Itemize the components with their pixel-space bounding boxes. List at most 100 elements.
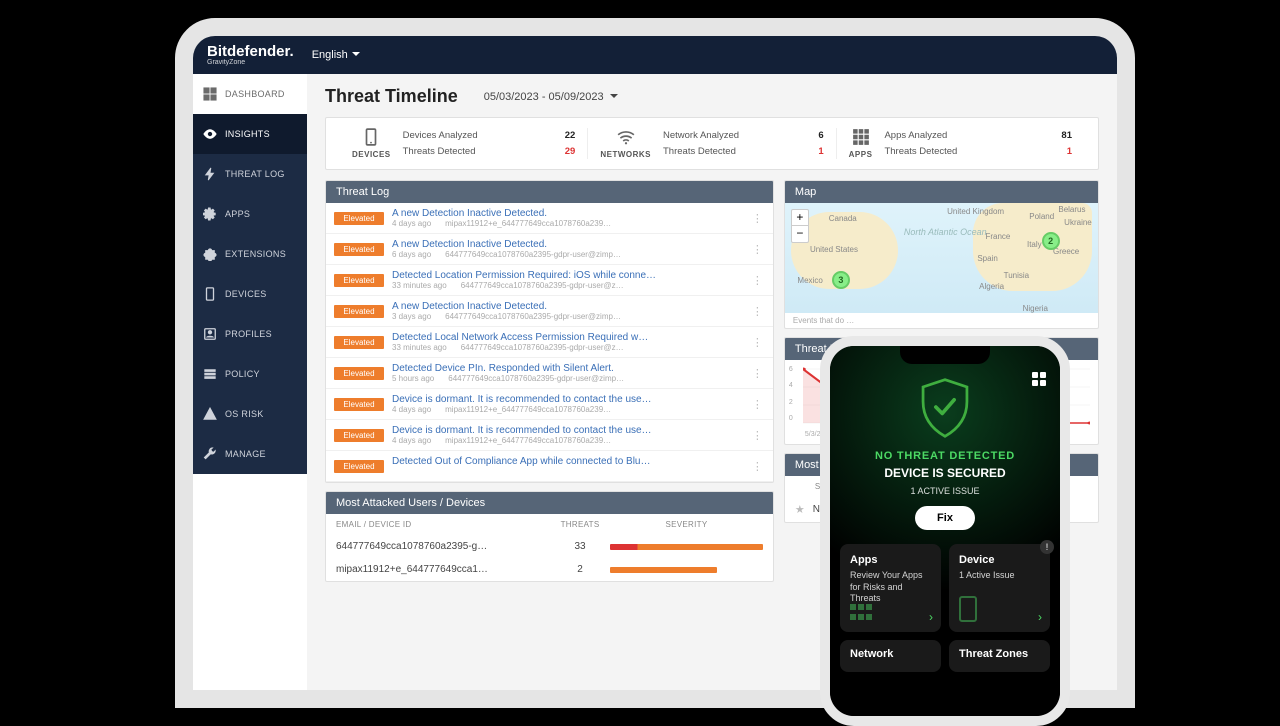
table-row[interactable]: mipax11912+e_644777649cca1… 2: [326, 558, 773, 581]
sidebar: DASHBOARD INSIGHTS THREAT LOG APPS EXTEN…: [193, 74, 307, 690]
threat-log-row[interactable]: ElevatedDetected Local Network Access Pe…: [326, 327, 773, 358]
kebab-menu-icon[interactable]: ⋮: [750, 398, 765, 411]
map-label: Mexico: [797, 276, 822, 285]
severity-badge: Elevated: [334, 305, 384, 318]
log-title[interactable]: A new Detection Inactive Detected.: [392, 301, 742, 312]
card-title: Threat Zones: [959, 648, 1040, 660]
sidebar-item-profiles[interactable]: PROFILES: [193, 314, 307, 354]
date-range-picker[interactable]: 05/03/2023 - 05/09/2023: [484, 91, 618, 103]
stat-value: 22: [555, 128, 575, 143]
sidebar-item-osrisk[interactable]: OS RISK: [193, 394, 307, 434]
severity-badge: Elevated: [334, 398, 384, 411]
phone-card-threatzones[interactable]: Threat Zones: [949, 640, 1050, 672]
threat-log-row[interactable]: ElevatedDetected Location Permission Req…: [326, 265, 773, 296]
fix-button[interactable]: Fix: [915, 506, 975, 530]
device-icon: [959, 596, 977, 624]
sidebar-item-devices[interactable]: DEVICES: [193, 274, 307, 314]
language-selector[interactable]: English: [312, 49, 360, 61]
sidebar-item-policy[interactable]: POLICY: [193, 354, 307, 394]
sidebar-item-label: APPS: [225, 209, 250, 219]
log-meta: 4 days agomipax11912+e_644777649cca10787…: [392, 436, 742, 445]
card-title: Device: [959, 554, 1040, 566]
row-id: mipax11912+e_644777649cca1…: [336, 564, 550, 575]
threat-log-row[interactable]: ElevatedDetected Device PIn. Responded w…: [326, 358, 773, 389]
map-body[interactable]: North Atlantic Ocean United States Canad…: [785, 203, 1098, 313]
phone-card-apps[interactable]: Apps Review Your Apps for Risks and Thre…: [840, 544, 941, 632]
log-meta: 5 hours ago644777649cca1078760a2395-gdpr…: [392, 374, 742, 383]
threat-log-row[interactable]: Elevated A new Detection Inactive Detecte…: [326, 296, 773, 327]
log-title[interactable]: Detected Location Permission Required: i…: [392, 270, 742, 281]
log-title[interactable]: Detected Out of Compliance App while con…: [392, 456, 742, 467]
stat-label: Threats Detected: [884, 144, 957, 159]
dashboard-icon: [203, 87, 217, 101]
threat-log-row[interactable]: Elevated Detected Out of Compliance App w…: [326, 451, 773, 482]
threat-log-row[interactable]: Elevated A new Detection Inactive Detecte…: [326, 203, 773, 234]
kebab-menu-icon[interactable]: ⋮: [750, 243, 765, 256]
menu-grid-icon[interactable]: [1032, 372, 1046, 386]
log-title[interactable]: Device is dormant. It is recommended to …: [392, 425, 742, 436]
chevron-down-icon: [610, 91, 618, 103]
sidebar-item-dashboard[interactable]: DASHBOARD: [193, 74, 307, 114]
threat-log-row[interactable]: Elevated Device is dormant. It is recomme…: [326, 389, 773, 420]
sidebar-item-extensions[interactable]: EXTENSIONS: [193, 234, 307, 274]
severity-badge: Elevated: [334, 460, 384, 473]
zoom-in-button[interactable]: +: [792, 210, 808, 226]
card-title: Network: [850, 648, 931, 660]
phone-card-network[interactable]: Network: [840, 640, 941, 672]
map-label: Spain: [977, 254, 997, 263]
sidebar-item-manage[interactable]: MANAGE: [193, 434, 307, 474]
card-desc: 1 Active Issue: [959, 570, 1040, 582]
sidebar-item-threatlog[interactable]: THREAT LOG: [193, 154, 307, 194]
kebab-menu-icon[interactable]: ⋮: [750, 336, 765, 349]
threat-log-row[interactable]: ElevatedA new Detection Inactive Detecte…: [326, 234, 773, 265]
log-title[interactable]: Detected Device PIn. Responded with Sile…: [392, 363, 742, 374]
panel-header: Map: [785, 181, 1098, 203]
chart-y-ticks: 6420: [789, 366, 793, 422]
threat-log-row[interactable]: ElevatedDevice is dormant. It is recomme…: [326, 420, 773, 451]
apps-grid-icon: [850, 604, 876, 624]
wrench-icon: [203, 447, 217, 461]
kebab-menu-icon[interactable]: ⋮: [750, 212, 765, 225]
list-icon: [203, 367, 217, 381]
date-range-label: 05/03/2023 - 05/09/2023: [484, 91, 604, 103]
kebab-menu-icon[interactable]: ⋮: [750, 460, 765, 473]
log-title[interactable]: A new Detection Inactive Detected.: [392, 208, 742, 219]
warn-icon: [203, 407, 217, 421]
table-head: EMAIL / DEVICE ID THREATS SEVERITY: [326, 514, 773, 535]
stat-value: 6: [804, 128, 824, 143]
map-label: Poland: [1029, 212, 1054, 221]
map-marker[interactable]: 2: [1042, 232, 1060, 250]
title-row: Threat Timeline 05/03/2023 - 05/09/2023: [325, 86, 1099, 107]
sidebar-item-label: EXTENSIONS: [225, 249, 286, 259]
log-meta: 3 days ago644777649cca1078760a2395-gdpr-…: [392, 312, 742, 321]
map-label: Nigeria: [1023, 304, 1048, 313]
log-title[interactable]: A new Detection Inactive Detected.: [392, 239, 742, 250]
severity-bar: [610, 544, 763, 550]
stat-label: Devices Analyzed: [403, 128, 478, 143]
kebab-menu-icon[interactable]: ⋮: [750, 367, 765, 380]
phone-card-device[interactable]: ! Device 1 Active Issue ›: [949, 544, 1050, 632]
card-desc: Review Your Apps for Risks and Threats: [850, 570, 931, 605]
brand-name: Bitdefender: [207, 43, 290, 60]
severity-badge: Elevated: [334, 212, 384, 225]
sidebar-item-insights[interactable]: INSIGHTS: [193, 114, 307, 154]
log-meta: 33 minutes ago644777649cca1078760a2395-g…: [392, 281, 742, 290]
kebab-menu-icon[interactable]: ⋮: [750, 305, 765, 318]
gear-icon: [203, 207, 217, 221]
kebab-menu-icon[interactable]: ⋮: [750, 274, 765, 287]
phone-substatus: DEVICE IS SECURED: [840, 466, 1050, 480]
zoom-out-button[interactable]: −: [792, 226, 808, 242]
map-marker[interactable]: 3: [832, 271, 850, 289]
sidebar-item-apps[interactable]: APPS: [193, 194, 307, 234]
table-row[interactable]: 644777649cca1078760a2395-g… 33: [326, 535, 773, 558]
profile-icon: [203, 327, 217, 341]
log-title[interactable]: Detected Local Network Access Permission…: [392, 332, 742, 343]
device-icon: [362, 128, 380, 146]
kebab-menu-icon[interactable]: ⋮: [750, 429, 765, 442]
map-panel: Map North Atlantic Ocean United States C…: [784, 180, 1099, 329]
log-title[interactable]: Device is dormant. It is recommended to …: [392, 394, 742, 405]
star-icon: ★: [795, 503, 805, 516]
stat-label: Apps Analyzed: [884, 128, 947, 143]
phone-screen: NO THREAT DETECTED DEVICE IS SECURED 1 A…: [830, 346, 1060, 716]
map-label: France: [985, 232, 1010, 241]
